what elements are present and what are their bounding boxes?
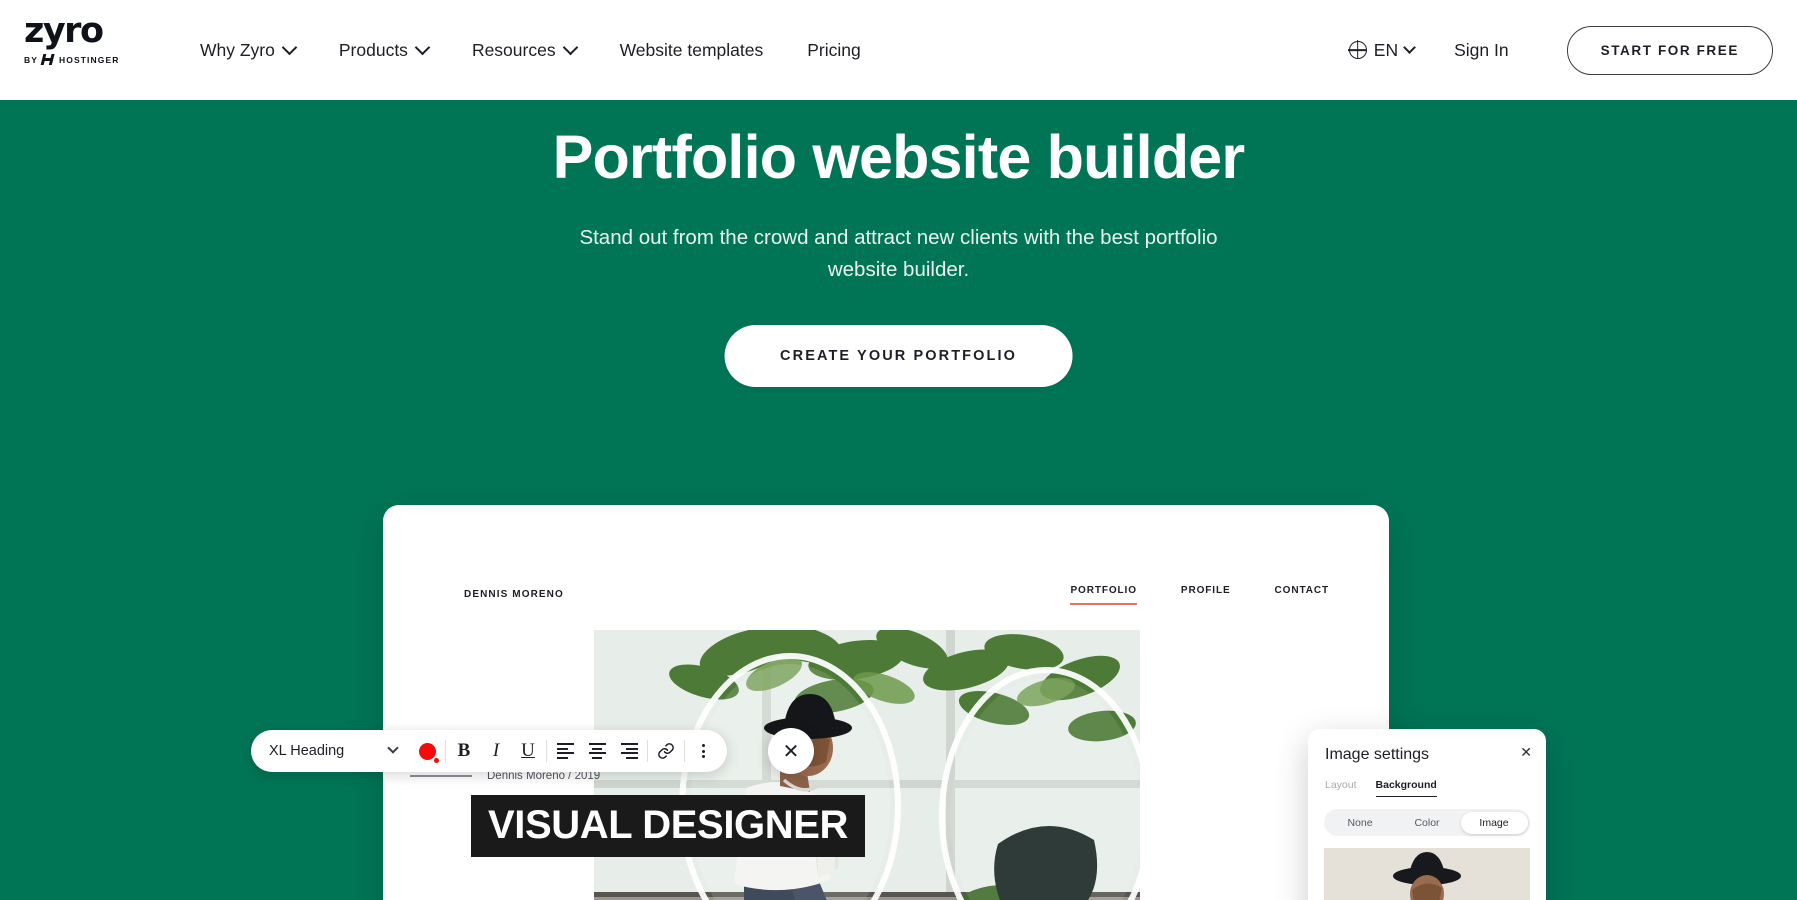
color-swatch-icon (418, 742, 439, 763)
logo-byline: BY HOSTINGER (24, 54, 119, 65)
nav-right-group: EN Sign In START FOR FREE (1335, 0, 1773, 100)
zyro-logo[interactable]: zyro BY HOSTINGER (24, 14, 144, 65)
background-type-segmented-control: None Color Image (1324, 809, 1530, 836)
mockup-nav-portfolio[interactable]: PORTFOLIO (1070, 585, 1138, 605)
close-image-settings-button[interactable]: ✕ (1520, 745, 1532, 759)
underline-button[interactable]: U (512, 735, 544, 767)
nav-item-pricing[interactable]: Pricing (785, 30, 883, 71)
nav-item-website-templates[interactable]: Website templates (598, 30, 786, 71)
align-right-button[interactable] (613, 735, 645, 767)
nav-label: Website templates (619, 39, 764, 60)
tab-layout[interactable]: Layout (1325, 779, 1357, 797)
nav-label: Resources (471, 39, 556, 60)
bold-button[interactable]: B (448, 735, 480, 767)
chevron-down-icon (1403, 40, 1416, 54)
text-editing-toolbar: XL Heading B I U (251, 730, 727, 772)
toolbar-divider (445, 740, 446, 762)
align-center-button[interactable] (581, 735, 613, 767)
chevron-down-icon (281, 39, 298, 55)
chevron-down-icon (387, 742, 399, 754)
align-left-icon (556, 743, 574, 759)
image-settings-panel: Image settings ✕ Layout Background None … (1308, 729, 1546, 900)
mockup-nav-profile[interactable]: PROFILE (1181, 585, 1231, 605)
nav-label: Pricing (807, 39, 861, 60)
nav-label: Products (338, 39, 408, 60)
background-image-thumbnail: REPLACE IMAGE (1324, 848, 1530, 900)
mockup-navigation: PORTFOLIO PROFILE CONTACT (1070, 585, 1329, 605)
language-label: EN (1373, 39, 1399, 60)
image-settings-tabs: Layout Background (1325, 779, 1437, 797)
nav-item-products[interactable]: Products (317, 30, 450, 71)
hero-subtitle: Stand out from the crowd and attract new… (579, 226, 1218, 281)
italic-button[interactable]: I (480, 735, 512, 767)
link-icon (658, 743, 674, 759)
globe-icon (1348, 41, 1367, 59)
language-selector[interactable]: EN (1335, 30, 1428, 71)
toolbar-divider (647, 740, 648, 762)
background-option-image[interactable]: Image (1460, 811, 1528, 834)
text-color-button[interactable] (411, 735, 443, 767)
align-center-icon (588, 743, 606, 759)
more-options-button[interactable] (687, 735, 719, 767)
insert-link-button[interactable] (650, 735, 682, 767)
close-toolbar-button[interactable]: ✕ (768, 728, 814, 774)
thumbnail-illustration (1324, 848, 1530, 900)
text-style-dropdown[interactable]: XL Heading (251, 730, 411, 772)
background-option-none[interactable]: None (1327, 812, 1394, 834)
mockup-brand-name: DENNIS MORENO (464, 589, 564, 600)
chevron-down-icon (562, 39, 578, 55)
more-vertical-icon (701, 743, 705, 759)
mockup-headline: VISUAL DESIGNER (471, 795, 865, 857)
background-option-color[interactable]: Color (1394, 812, 1461, 834)
toolbar-divider (546, 740, 547, 762)
top-navigation-bar: zyro BY HOSTINGER Why Zyro Products Reso… (0, 0, 1797, 100)
image-settings-title: Image settings (1325, 746, 1430, 763)
nav-label: Why Zyro (200, 39, 275, 60)
logo-parent-text: HOSTINGER (59, 54, 120, 65)
logo-wordmark: zyro (24, 11, 104, 51)
create-your-portfolio-button[interactable]: CREATE YOUR PORTFOLIO (724, 325, 1073, 387)
primary-nav-links: Why Zyro Products Resources Website temp… (178, 0, 883, 100)
nav-item-resources[interactable]: Resources (450, 30, 598, 71)
sign-in-link[interactable]: Sign In (1428, 30, 1534, 71)
start-for-free-button[interactable]: START FOR FREE (1566, 25, 1773, 75)
page-title: Portfolio website builder (552, 123, 1246, 191)
hero-section: Portfolio website builder Stand out from… (0, 100, 1797, 900)
hostinger-icon (42, 54, 55, 65)
align-left-button[interactable] (549, 735, 581, 767)
logo-by-text: BY (24, 54, 39, 65)
landing-page: zyro BY HOSTINGER Why Zyro Products Reso… (0, 0, 1797, 900)
mockup-nav-contact[interactable]: CONTACT (1275, 585, 1329, 605)
nav-item-why-zyro[interactable]: Why Zyro (178, 30, 317, 71)
byline-rule (410, 775, 472, 777)
chevron-down-icon (414, 39, 431, 55)
portfolio-site-mockup: DENNIS MORENO PORTFOLIO PROFILE CONTACT (383, 505, 1389, 900)
toolbar-divider (684, 740, 685, 762)
align-right-icon (620, 743, 638, 759)
text-style-value: XL Heading (269, 743, 345, 759)
tab-background[interactable]: Background (1375, 779, 1437, 797)
